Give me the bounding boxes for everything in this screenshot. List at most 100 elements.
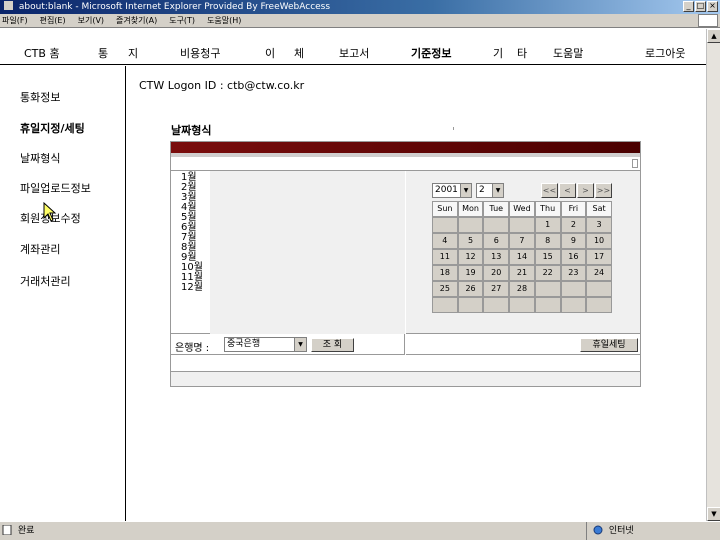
nav-tong[interactable]: 통 — [98, 45, 108, 61]
calendar-week-row: 18 19 20 21 22 23 24 — [432, 265, 612, 281]
calendar-day[interactable]: 3 — [586, 217, 612, 233]
calendar-week-row — [432, 297, 612, 313]
calendar-day[interactable]: 18 — [432, 265, 458, 281]
month-select[interactable]: 2 ▼ — [476, 183, 504, 198]
chevron-down-icon: ▼ — [294, 338, 306, 351]
nav-che[interactable]: 체 — [294, 45, 304, 61]
nav-reports[interactable]: 보고서 — [339, 45, 369, 61]
calendar-day[interactable]: 14 — [509, 249, 535, 265]
bank-select[interactable]: 중국은행 ▼ — [224, 337, 307, 352]
month-list[interactable]: 1월 2월 3월 4월 5월 6월 7월 8월 9월 10월 11월 12월 — [181, 173, 209, 330]
sidebar-item-currency[interactable]: 통화정보 — [20, 89, 60, 105]
sidebar-item-date-format[interactable]: 날짜형식 — [20, 150, 60, 166]
calendar-day[interactable]: 12 — [457, 249, 484, 265]
weekday-header: Sun — [432, 201, 458, 217]
calendar-day[interactable]: 15 — [534, 249, 561, 265]
menu-file[interactable]: 파일(F) — [2, 15, 28, 26]
calendar-day[interactable]: 23 — [560, 265, 587, 281]
calendar-day[interactable]: 5 — [457, 233, 484, 249]
chevron-down-icon: ▼ — [460, 184, 471, 197]
panel-header-bar — [171, 142, 640, 153]
next-year-button[interactable]: >> — [595, 183, 612, 198]
calendar-day[interactable]: 1 — [534, 217, 561, 233]
calendar-day[interactable]: 8 — [534, 233, 561, 249]
calendar-empty-cell — [483, 217, 510, 233]
month-value: 2 — [479, 185, 485, 195]
panel-footer — [171, 355, 640, 372]
calendar-day[interactable]: 24 — [586, 265, 612, 281]
nav-gi[interactable]: 기 — [493, 45, 503, 61]
status-text: 완료 — [17, 526, 35, 536]
nav-logout[interactable]: 로그아웃 — [645, 45, 685, 61]
calendar-day[interactable]: 2 — [560, 217, 587, 233]
nav-ta[interactable]: 타 — [517, 45, 527, 61]
month-list-area — [210, 171, 405, 334]
calendar-empty-cell — [483, 297, 510, 313]
calendar-day[interactable]: 27 — [483, 281, 510, 297]
calendar-day[interactable]: 22 — [534, 265, 561, 281]
weekday-header: Fri — [560, 201, 587, 217]
panel-footer-shade — [171, 372, 640, 386]
calendar-day[interactable]: 20 — [483, 265, 510, 281]
calendar-empty-cell — [586, 297, 612, 313]
sidebar-item-accounts[interactable]: 계좌관리 — [20, 241, 60, 257]
status-zone: 인터넷 — [586, 522, 716, 540]
nav-i[interactable]: 이 — [265, 45, 275, 61]
calendar-day[interactable]: 19 — [457, 265, 484, 281]
calendar-week-row: 25 26 27 28 — [432, 281, 612, 297]
calendar-day[interactable]: 6 — [483, 233, 510, 249]
holiday-setting-button[interactable]: 휴일세팅 — [580, 338, 638, 352]
menu-edit[interactable]: 편집(E) — [40, 15, 66, 26]
chevron-down-icon: ▼ — [492, 184, 503, 197]
bank-label: 은행명 : — [175, 343, 210, 354]
panel-corner-box — [632, 159, 638, 168]
menu-favorites[interactable]: 즐겨찾기(A) — [116, 15, 157, 26]
query-button[interactable]: 조 회 — [311, 338, 354, 352]
page-icon — [2, 525, 12, 535]
weekday-header: Thu — [534, 201, 561, 217]
calendar-day[interactable]: 25 — [432, 281, 458, 297]
calendar-day[interactable]: 17 — [586, 249, 612, 265]
calendar-day[interactable]: 10 — [586, 233, 612, 249]
calendar-day[interactable]: 26 — [457, 281, 484, 297]
nav-ctb-home[interactable]: CTB 홈 — [24, 45, 60, 61]
maximize-button[interactable]: □ — [695, 1, 706, 12]
nav-reference-info[interactable]: 기준정보 — [411, 45, 451, 61]
month-item[interactable]: 12월 — [181, 283, 209, 293]
calendar-day[interactable]: 16 — [560, 249, 587, 265]
scroll-down-icon[interactable]: ▼ — [707, 507, 720, 521]
calendar-day[interactable]: 4 — [432, 233, 458, 249]
window-title: about:blank - Microsoft Internet Explore… — [18, 2, 331, 12]
minimize-button[interactable]: _ — [683, 1, 694, 12]
sidebar-item-holiday-setting[interactable]: 휴일지정/세팅 — [20, 120, 85, 136]
sidebar-item-file-upload[interactable]: 파일업로드정보 — [20, 180, 91, 196]
menu-view[interactable]: 보기(V) — [78, 15, 104, 26]
menu-help[interactable]: 도움말(H) — [207, 15, 241, 26]
globe-icon — [593, 525, 603, 535]
calendar-day[interactable]: 28 — [509, 281, 535, 297]
calendar-day[interactable]: 13 — [483, 249, 510, 265]
prev-year-button[interactable]: << — [541, 183, 558, 198]
sidebar: 통화정보 휴일지정/세팅 날짜형식 파일업로드정보 회원정보수정 계좌관리 거래… — [0, 66, 126, 521]
calendar-day[interactable]: 7 — [509, 233, 535, 249]
calendar-day[interactable]: 21 — [509, 265, 535, 281]
calendar-empty-cell — [560, 297, 587, 313]
calendar-day[interactable]: 11 — [432, 249, 458, 265]
nav-ji[interactable]: 지 — [128, 45, 138, 61]
scroll-up-icon[interactable]: ▲ — [707, 29, 720, 43]
sidebar-item-clients[interactable]: 거래처관리 — [20, 273, 71, 289]
menu-tools[interactable]: 도구(T) — [169, 15, 195, 26]
weekday-header: Sat — [586, 201, 612, 217]
next-month-button[interactable]: > — [577, 183, 594, 198]
nav-help[interactable]: 도움말 — [553, 45, 583, 61]
nav-billing[interactable]: 비용청구 — [180, 45, 220, 61]
year-select[interactable]: 2001 ▼ — [432, 183, 472, 198]
prev-month-button[interactable]: < — [559, 183, 576, 198]
close-button[interactable]: × — [707, 1, 718, 12]
calendar-day[interactable]: 9 — [560, 233, 587, 249]
status-bar: 완료 인터넷 — [0, 521, 720, 540]
calendar-empty-cell — [586, 281, 612, 297]
vertical-scrollbar[interactable]: ▲ ▼ — [706, 29, 720, 521]
month-list-box: 1월 2월 3월 4월 5월 6월 7월 8월 9월 10월 11월 12월 — [171, 171, 405, 334]
panel-header-row — [171, 157, 640, 171]
